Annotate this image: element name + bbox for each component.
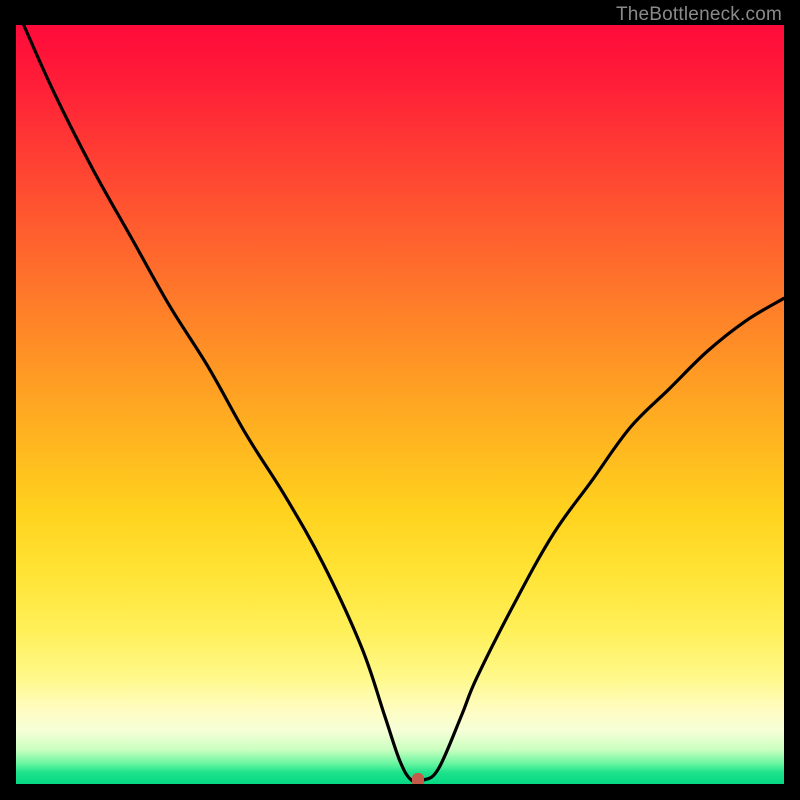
- chart-frame: TheBottleneck.com: [0, 0, 800, 800]
- plot-area: [16, 25, 784, 784]
- optimal-point-marker: [412, 773, 424, 784]
- watermark-text: TheBottleneck.com: [616, 4, 782, 26]
- bottleneck-curve: [16, 25, 784, 784]
